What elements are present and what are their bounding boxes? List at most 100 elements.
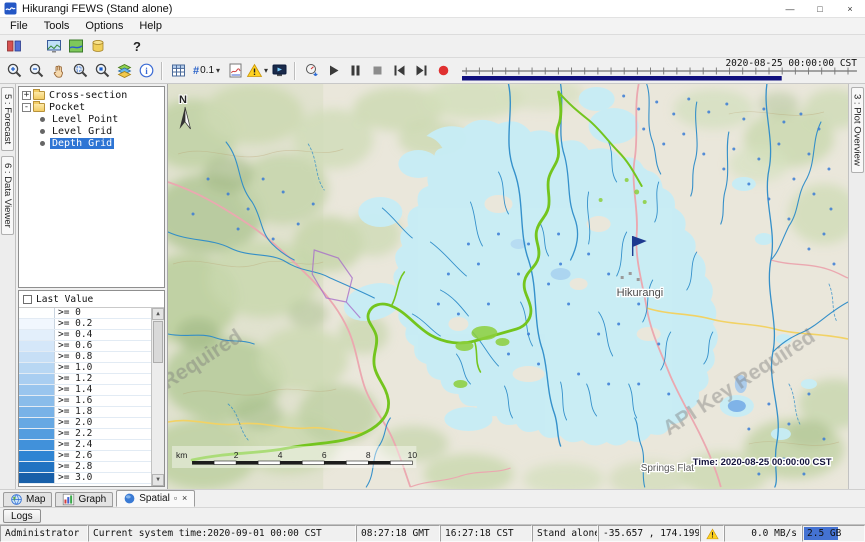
map-viewport[interactable]: API Key Required API Key Required Hikura… bbox=[168, 84, 848, 489]
zoom-out-button[interactable] bbox=[25, 61, 47, 81]
filters-tree: + Cross-section - Pocket Level Po bbox=[18, 86, 165, 288]
legend-value-label: >= 0.8 bbox=[55, 352, 151, 362]
tab-spatial[interactable]: Spatial ▫ × bbox=[116, 490, 195, 507]
legend-value-label: >= 1.8 bbox=[55, 407, 151, 417]
legend-value-label: >= 1.4 bbox=[55, 385, 151, 395]
legend-color-swatch bbox=[19, 396, 55, 406]
menu-item[interactable]: Options bbox=[77, 19, 131, 34]
record-button[interactable] bbox=[432, 61, 454, 81]
map-canvas[interactable]: API Key Required API Key Required Hikura… bbox=[168, 84, 848, 489]
legend-value-label: >= 2.0 bbox=[55, 418, 151, 428]
thresholds-dropdown[interactable]: ▾ bbox=[246, 62, 268, 79]
warning-icon bbox=[246, 62, 263, 79]
tab-maximize-icon[interactable]: ▫ bbox=[173, 494, 178, 503]
scrollbar-thumb[interactable] bbox=[153, 321, 163, 363]
zoom-extent-button[interactable] bbox=[91, 61, 113, 81]
main-area: 5 : Forecast 6 : Data Viewer + Cross-sec… bbox=[0, 84, 865, 489]
export-animation-button[interactable] bbox=[300, 61, 322, 81]
maximize-button[interactable]: □ bbox=[805, 0, 835, 17]
app-logo-icon bbox=[4, 2, 17, 15]
dock-tab-plot-overview[interactable]: 3 : Plot Overview bbox=[851, 87, 864, 173]
svg-text:8: 8 bbox=[366, 450, 371, 460]
legend-scrollbar[interactable]: ▲ ▼ bbox=[151, 308, 164, 486]
info-button[interactable]: i bbox=[135, 61, 157, 81]
main-toolbar: ? bbox=[0, 35, 865, 58]
scroll-down-icon[interactable]: ▼ bbox=[152, 474, 164, 486]
tab-graph[interactable]: Graph bbox=[55, 492, 113, 507]
stop-button[interactable] bbox=[366, 61, 388, 81]
tree-node[interactable]: Depth Grid bbox=[20, 137, 163, 149]
tree-expander-icon[interactable]: - bbox=[22, 103, 31, 112]
contour-threshold-dropdown[interactable]: # 0.1 ▾ bbox=[189, 61, 224, 81]
profile-button[interactable] bbox=[224, 61, 246, 81]
svg-text:6: 6 bbox=[322, 450, 327, 460]
zoom-in-button[interactable] bbox=[3, 61, 25, 81]
svg-text:4: 4 bbox=[278, 450, 283, 460]
status-warning-cell[interactable] bbox=[700, 525, 724, 542]
logs-button[interactable]: Logs bbox=[3, 509, 41, 523]
logs-bar: Logs bbox=[0, 507, 865, 524]
pause-button[interactable] bbox=[344, 61, 366, 81]
tab-map[interactable]: Map bbox=[3, 492, 52, 507]
zoom-box-button[interactable] bbox=[69, 61, 91, 81]
tab-close-icon[interactable]: × bbox=[181, 494, 188, 503]
menu-item[interactable]: Tools bbox=[36, 19, 78, 34]
time-slider[interactable]: 2020-08-25 00:00:00 CST bbox=[462, 59, 857, 83]
legend-row[interactable]: >= 3.0 bbox=[19, 473, 151, 484]
animation-display-button[interactable] bbox=[268, 61, 290, 81]
time-ruler[interactable] bbox=[462, 67, 857, 81]
legend-value-label: >= 3.0 bbox=[55, 473, 151, 483]
map-toolbar: i # 0.1 ▾ ▾ bbox=[0, 58, 865, 84]
grid-display-button[interactable] bbox=[167, 61, 189, 81]
menu-item[interactable]: File bbox=[2, 19, 36, 34]
tab-graph-label: Graph bbox=[78, 494, 106, 505]
minimize-button[interactable]: — bbox=[775, 0, 805, 17]
tree-node[interactable]: + Cross-section bbox=[20, 89, 163, 101]
view-tab-bar: Map Graph Spatial ▫ × bbox=[0, 489, 865, 507]
contour-value: 0.1 bbox=[200, 65, 214, 76]
database-button[interactable] bbox=[87, 36, 109, 56]
map-display-button[interactable] bbox=[43, 36, 65, 56]
legend-value-label: >= 1.6 bbox=[55, 396, 151, 406]
zoom-extent-icon bbox=[94, 62, 111, 79]
step-back-button[interactable] bbox=[388, 61, 410, 81]
tree-node[interactable]: Level Point bbox=[20, 113, 163, 125]
spatial-display-button[interactable] bbox=[65, 36, 87, 56]
tree-node-label: Level Point bbox=[50, 114, 120, 125]
leaf-bullet-icon bbox=[40, 129, 45, 134]
tree-node[interactable]: Level Grid bbox=[20, 125, 163, 137]
folder-icon bbox=[33, 103, 45, 112]
profile-sets-button[interactable] bbox=[3, 36, 25, 56]
dock-tab-forecast[interactable]: 5 : Forecast bbox=[1, 87, 14, 151]
legend-value-label: >= 2.4 bbox=[55, 440, 151, 450]
legend-color-swatch bbox=[19, 341, 55, 351]
legend-color-swatch bbox=[19, 319, 55, 329]
last-value-checkbox[interactable] bbox=[23, 295, 32, 304]
play-button[interactable] bbox=[322, 61, 344, 81]
pan-button[interactable] bbox=[47, 61, 69, 81]
legend-value-label: >= 1.0 bbox=[55, 363, 151, 373]
column-pair-icon bbox=[6, 38, 22, 54]
tree-node[interactable]: - Pocket bbox=[20, 101, 163, 113]
leaf-bullet-icon bbox=[40, 117, 45, 122]
close-button[interactable]: × bbox=[835, 0, 865, 17]
contour-icon: # bbox=[193, 65, 199, 77]
help-button[interactable]: ? bbox=[127, 36, 147, 56]
map-time-label: Time: 2020-08-25 00:00:00 CST bbox=[693, 457, 832, 468]
step-forward-button[interactable] bbox=[410, 61, 432, 81]
legend-color-swatch bbox=[19, 440, 55, 450]
zoom-in-icon bbox=[6, 62, 23, 79]
legend-color-swatch bbox=[19, 363, 55, 373]
svg-text:10: 10 bbox=[408, 450, 418, 460]
skip-to-end-icon bbox=[413, 62, 430, 79]
layers-button[interactable] bbox=[113, 61, 135, 81]
tree-expander-icon[interactable]: + bbox=[22, 91, 31, 100]
menu-item[interactable]: Help bbox=[131, 19, 170, 34]
legend-value-label: >= 2.8 bbox=[55, 462, 151, 472]
legend-value-label: >= 1.2 bbox=[55, 374, 151, 384]
dock-tab-data-viewer[interactable]: 6 : Data Viewer bbox=[1, 156, 14, 235]
scroll-up-icon[interactable]: ▲ bbox=[152, 308, 164, 320]
play-icon bbox=[325, 62, 342, 79]
legend-value-label: >= 0 bbox=[55, 308, 151, 318]
title-bar: Hikurangi FEWS (Stand alone) — □ × bbox=[0, 0, 865, 18]
